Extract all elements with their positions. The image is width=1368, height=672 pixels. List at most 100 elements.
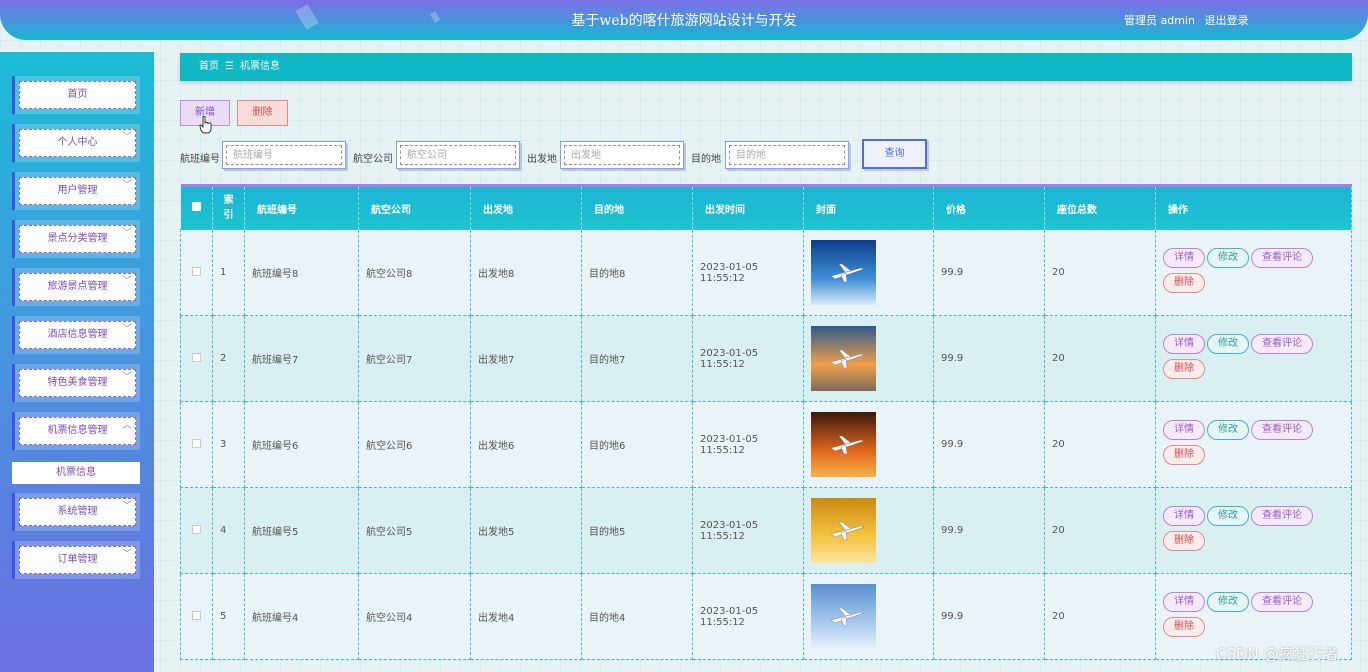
column-header-destination[interactable]: 目的地 [581,185,693,230]
chevron-down-icon: ﹀ [122,132,132,143]
sidebar-item-3[interactable]: 景点分类管理 ﹀ [12,220,140,258]
breadcrumb-home[interactable]: 首页 [199,61,219,72]
cell-actions: 详情 修改 查看评论删除 [1155,229,1352,316]
column-header-price[interactable]: 价格 [933,185,1045,230]
airline-field[interactable]: 航空公司 [396,141,520,169]
sidebar-item-6[interactable]: 特色美食管理 ﹀ [12,364,140,402]
sidebar-item-7[interactable]: 机票信息管理 ︿ [12,412,140,450]
edit-button[interactable]: 修改 [1207,419,1249,440]
delete-row-button[interactable]: 删除 [1163,530,1205,551]
airline-label: 航空公司 [353,154,393,165]
sidebar-item-label: 机票信息管理 [19,417,136,445]
row-checkbox-cell [180,401,213,488]
view-reviews-button[interactable]: 查看评论 [1251,419,1313,440]
edit-button[interactable]: 修改 [1207,591,1249,612]
delete-row-button[interactable]: 删除 [1163,616,1205,637]
view-reviews-button[interactable]: 查看评论 [1251,333,1313,354]
view-reviews-button[interactable]: 查看评论 [1251,247,1313,268]
cell-cover [803,487,934,574]
sidebar-item-4[interactable]: 旅游景点管理 ﹀ [12,268,140,306]
origin-placeholder: 出发地 [564,145,680,165]
cell-flight-no: 航班编号4 [244,573,359,660]
delete-row-button[interactable]: 删除 [1163,272,1205,293]
flight-cover-image [811,412,876,477]
sidebar-item-label: 首页 [19,81,136,109]
detail-button[interactable]: 详情 [1163,591,1205,612]
chevron-down-icon: ﹀ [122,324,132,335]
detail-button[interactable]: 详情 [1163,247,1205,268]
table-row: 4 航班编号5 航空公司5 出发地5 目的地5 2023-01-05 11:55:12 99… [180,487,1352,574]
column-header-flight-no[interactable]: 航班编号 [244,185,359,230]
column-header-cover: 封面 [803,185,934,230]
view-reviews-button[interactable]: 查看评论 [1251,591,1313,612]
flight-table: 索引 航班编号 航空公司 出发地 目的地 出发时间 封面 价格 座位总数 操作 … [180,184,1352,672]
table-row: 2 航班编号7 航空公司7 出发地7 目的地7 2023-01-05 11:55:12 99… [180,315,1352,402]
column-header-departure[interactable]: 出发时间 [692,185,804,230]
column-header-origin[interactable]: 出发地 [470,185,582,230]
select-all-checkbox[interactable] [180,185,213,230]
delete-row-button[interactable]: 删除 [1163,444,1205,465]
column-header-actions: 操作 [1155,185,1352,230]
cell-actions: 详情 修改 查看评论删除 [1155,401,1352,488]
table-body: 1 航班编号8 航空公司8 出发地8 目的地8 2023-01-05 11:55:12 99… [180,229,1352,660]
destination-field[interactable]: 目的地 [725,141,849,169]
breadcrumb-separator-icon: ☰ [225,61,234,72]
breadcrumb: 首页 ☰ 机票信息 [180,53,1352,81]
batch-delete-button[interactable]: 删除 [237,100,288,126]
cell-price: 99.9 [933,315,1045,402]
airline-placeholder: 航空公司 [400,145,516,165]
flight-no-label: 航班编号 [180,154,220,165]
cell-seats: 20 [1044,487,1156,574]
edit-button[interactable]: 修改 [1207,505,1249,526]
flight-no-field[interactable]: 航班编号 [222,141,346,169]
column-header-airline[interactable]: 航空公司 [358,185,471,230]
cell-flight-no: 航班编号8 [244,229,359,316]
sidebar-item-9[interactable]: 订单管理 ﹀ [12,541,140,579]
query-button[interactable]: 查询 [862,139,927,169]
table-row: 3 航班编号6 航空公司6 出发地6 目的地6 2023-01-05 11:55:12 99… [180,401,1352,488]
cell-actions: 详情 修改 查看评论删除 [1155,487,1352,574]
row-checkbox-cell [180,229,213,316]
column-header-seats[interactable]: 座位总数 [1044,185,1156,230]
cell-departure: 2023-01-05 11:55:12 [692,401,804,488]
row-checkbox[interactable] [192,610,201,620]
sidebar-item-2[interactable]: 用户管理 ﹀ [12,172,140,210]
top-header: 基于web的喀什旅游网站设计与开发 管理员 admin 退出登录 [0,0,1368,40]
detail-button[interactable]: 详情 [1163,333,1205,354]
origin-field[interactable]: 出发地 [560,141,684,169]
flight-no-placeholder: 航班编号 [226,145,342,165]
row-checkbox[interactable] [192,524,201,534]
delete-row-button[interactable]: 删除 [1163,358,1205,379]
index-header-text: 索引 [223,195,234,221]
cell-index: 1 [212,229,245,316]
flight-cover-image [811,326,876,391]
logout-link[interactable]: 退出登录 [1204,14,1248,27]
view-reviews-button[interactable]: 查看评论 [1251,505,1313,526]
edit-button[interactable]: 修改 [1207,247,1249,268]
cell-destination: 目的地5 [581,487,693,574]
row-checkbox[interactable] [192,352,201,362]
cell-airline: 航空公司6 [358,401,471,488]
detail-button[interactable]: 详情 [1163,505,1205,526]
cell-actions: 详情 修改 查看评论删除 [1155,315,1352,402]
sidebar-item-1[interactable]: 个人中心 ﹀ [12,124,140,162]
sidebar-item-5[interactable]: 酒店信息管理 ﹀ [12,316,140,354]
breadcrumb-current: 机票信息 [239,61,280,72]
cell-destination: 目的地7 [581,315,693,402]
cell-flight-no: 航班编号7 [244,315,359,402]
sidebar-item-label: 个人中心 [19,129,136,157]
sidebar-item-label: 特色美食管理 [19,369,136,397]
chevron-down-icon: ﹀ [122,501,132,512]
row-checkbox[interactable] [192,438,201,448]
edit-button[interactable]: 修改 [1207,333,1249,354]
destination-placeholder: 目的地 [729,145,845,165]
sidebar-item-0[interactable]: 首页 [12,76,140,114]
submenu-item-flight-info[interactable]: 机票信息 [12,462,140,484]
cell-origin: 出发地8 [470,229,582,316]
chevron-down-icon: ﹀ [122,276,132,287]
chevron-down-icon: ﹀ [122,228,132,239]
sidebar-item-8[interactable]: 系统管理 ﹀ [12,493,140,531]
cell-airline: 航空公司4 [358,573,471,660]
row-checkbox[interactable] [192,266,201,276]
detail-button[interactable]: 详情 [1163,419,1205,440]
